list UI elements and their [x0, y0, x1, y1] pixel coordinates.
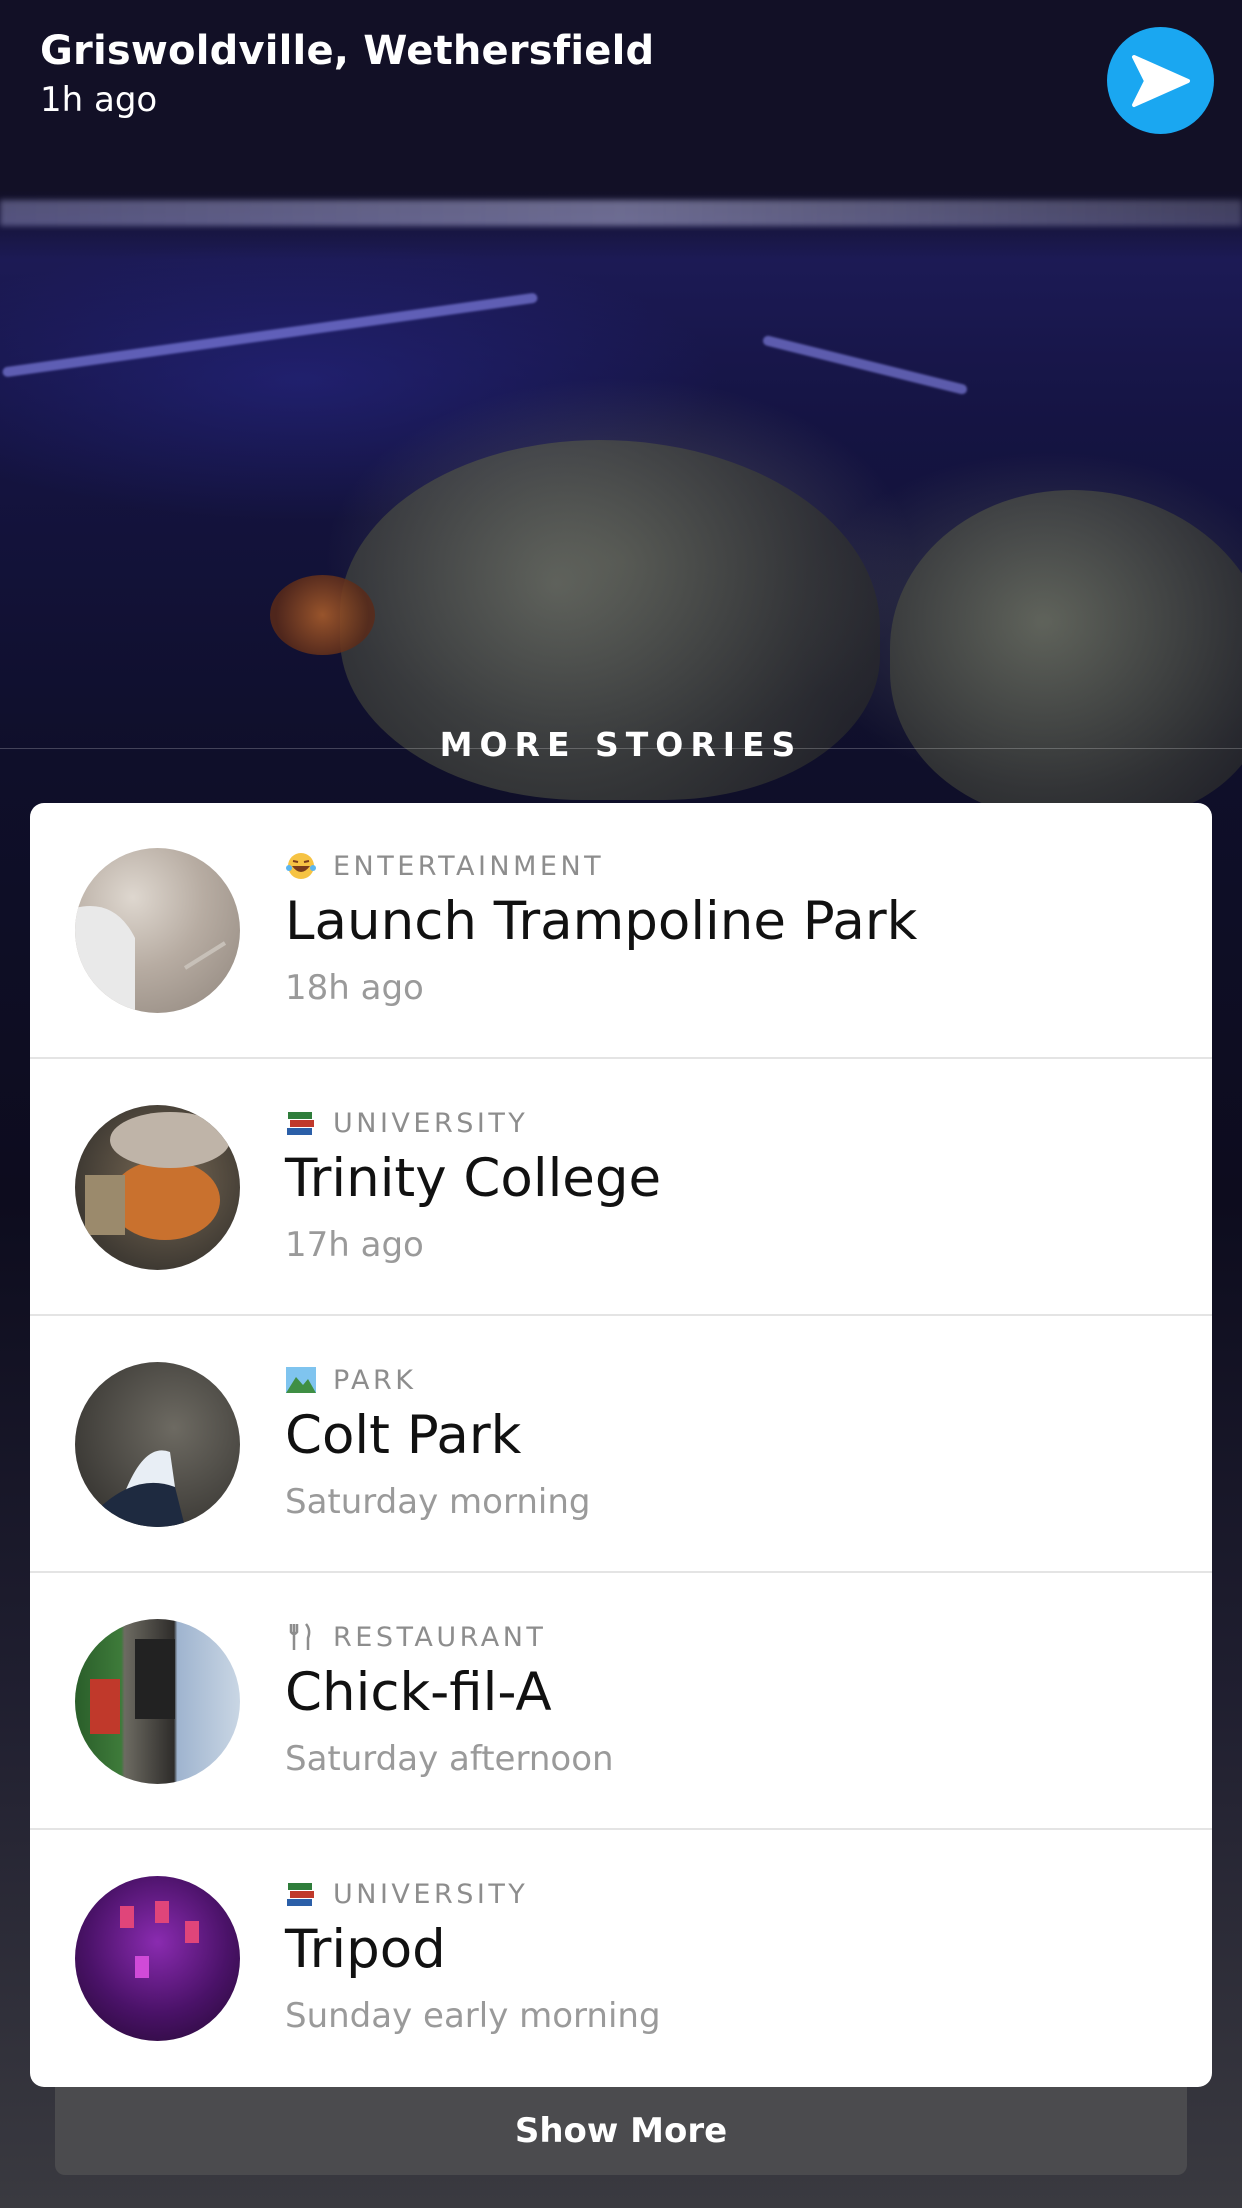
story-thumbnail [75, 1362, 240, 1527]
category-label: PARK [333, 1364, 417, 1396]
story-timestamp: 18h ago [285, 968, 424, 1008]
story-timestamp: Saturday afternoon [285, 1739, 614, 1779]
category-label: UNIVERSITY [333, 1107, 529, 1139]
fish [270, 575, 375, 655]
story-row[interactable]: ENTERTAINMENT Launch Trampoline Park 18h… [30, 803, 1212, 1059]
row-divider [30, 1057, 1212, 1059]
tank-light [1, 292, 539, 378]
story-category: UNIVERSITY [285, 1877, 528, 1911]
story-category: UNIVERSITY [285, 1106, 528, 1140]
story-row[interactable]: RESTAURANT Chick-fil-A Saturday afternoo… [30, 1574, 1212, 1830]
send-button[interactable] [1107, 27, 1214, 134]
fork-knife-icon [289, 1623, 311, 1650]
send-arrow-icon [1131, 54, 1190, 107]
stories-list: ENTERTAINMENT Launch Trampoline Park 18h… [30, 803, 1212, 2087]
tank-light [761, 334, 969, 396]
books-icon [287, 1112, 314, 1135]
books-icon [287, 1883, 314, 1906]
story-thumbnail [75, 1619, 240, 1784]
story-thumbnail [75, 848, 240, 1013]
category-label: UNIVERSITY [333, 1878, 529, 1910]
story-title: Trinity College [285, 1148, 662, 1209]
story-row[interactable]: UNIVERSITY Tripod Sunday early morning [30, 1831, 1212, 2087]
story-row[interactable]: PARK Colt Park Saturday morning [30, 1317, 1212, 1573]
row-divider [30, 1314, 1212, 1316]
story-title: Launch Trampoline Park [285, 891, 918, 952]
story-category: PARK [285, 1363, 417, 1397]
story-title: Tripod [285, 1919, 446, 1980]
laughing-face-icon [286, 853, 316, 879]
story-time: 1h ago [40, 80, 158, 120]
landscape-icon [286, 1367, 316, 1393]
row-divider [30, 1828, 1212, 1830]
story-row[interactable]: UNIVERSITY Trinity College 17h ago [30, 1060, 1212, 1316]
more-stories-heading: MORE STORIES [439, 725, 803, 764]
story-thumbnail [75, 1105, 240, 1270]
story-timestamp: Saturday morning [285, 1482, 591, 1522]
category-label: RESTAURANT [333, 1621, 547, 1653]
story-timestamp: Sunday early morning [285, 1996, 661, 2036]
tank-rock [890, 490, 1242, 820]
story-title: Colt Park [285, 1405, 522, 1466]
tank-waterline [0, 200, 1242, 226]
row-divider [30, 1571, 1212, 1573]
story-thumbnail [75, 1876, 240, 2041]
story-category: ENTERTAINMENT [285, 849, 604, 883]
show-more-button[interactable]: Show More [55, 2087, 1187, 2175]
story-title: Chick-fil-A [285, 1662, 552, 1723]
story-timestamp: 17h ago [285, 1225, 424, 1265]
story-category: RESTAURANT [285, 1620, 546, 1654]
category-label: ENTERTAINMENT [333, 850, 605, 882]
story-location: Griswoldville, Wethersfield [40, 28, 655, 74]
